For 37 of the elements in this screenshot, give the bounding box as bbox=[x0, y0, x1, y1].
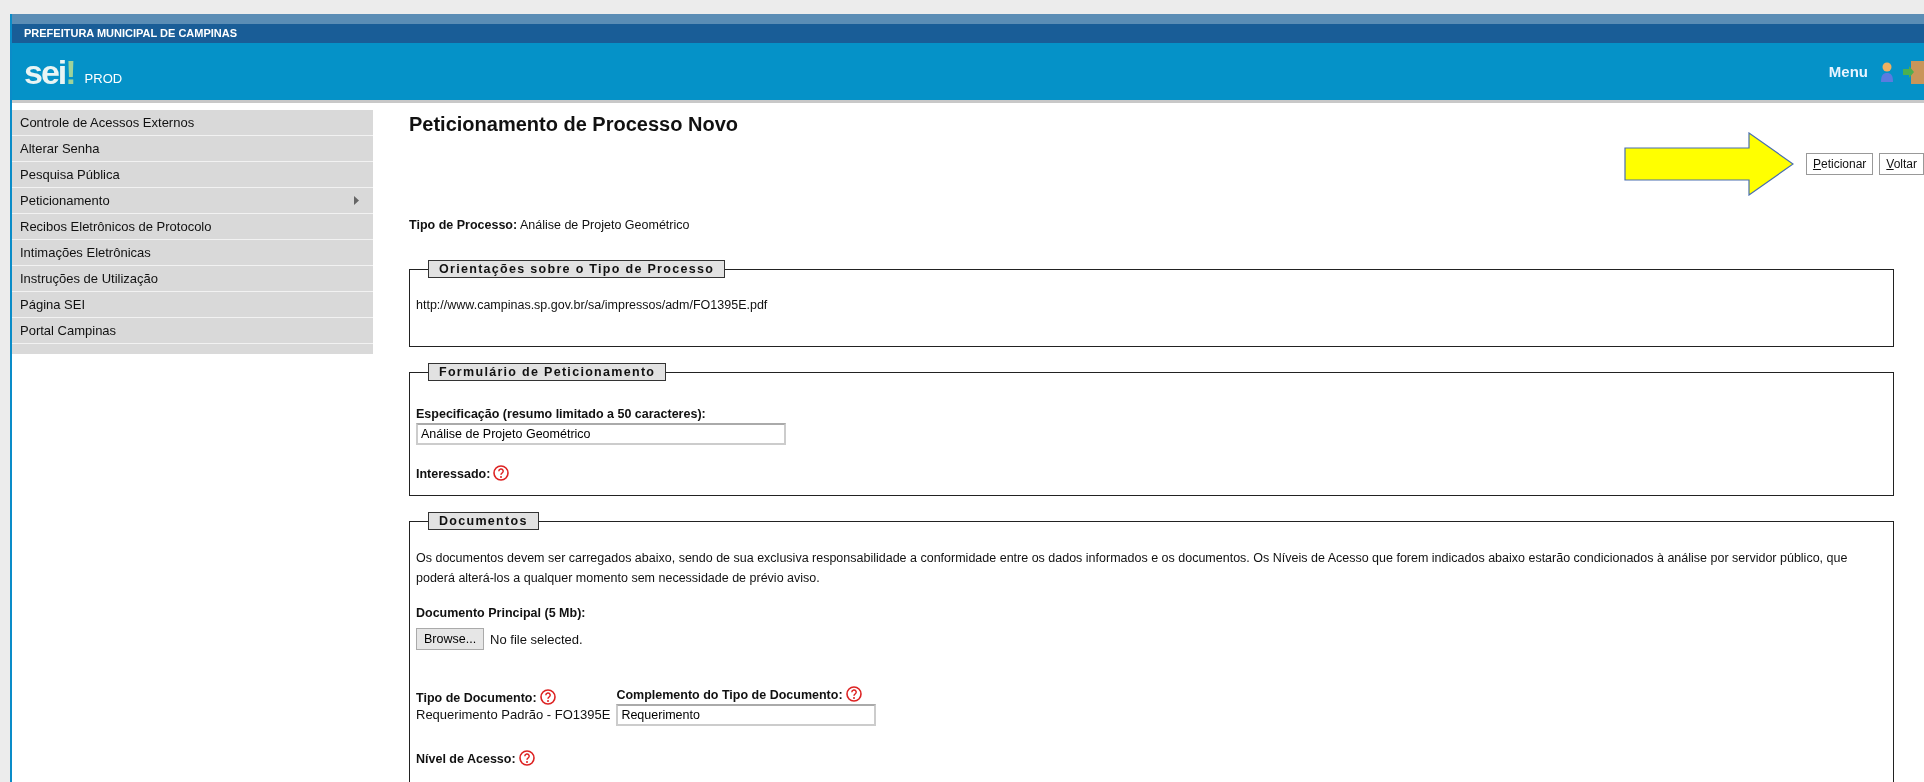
file-status-text: No file selected. bbox=[490, 631, 583, 647]
sidebar-item[interactable]: Portal Campinas bbox=[12, 318, 373, 344]
sidebar-item[interactable]: Recibos Eletrônicos de Protocolo bbox=[12, 214, 373, 240]
environment-label: PROD bbox=[84, 71, 123, 86]
section-legend: Formulário de Peticionamento bbox=[428, 363, 667, 381]
field-label: Documento Principal (5 Mb): bbox=[416, 606, 587, 620]
help-icon[interactable] bbox=[518, 750, 535, 766]
help-icon[interactable] bbox=[845, 686, 862, 702]
specification-field[interactable]: Análise de Projeto Geométrico bbox=[416, 423, 786, 445]
submenu-arrow-icon bbox=[354, 196, 359, 205]
organization-name: PREFEITURA MUNICIPAL DE CAMPINAS bbox=[12, 24, 1924, 43]
field-label: Tipo de Documento: bbox=[416, 691, 537, 705]
section-legend: Documentos bbox=[428, 512, 539, 530]
field-label: Nível de Acesso: bbox=[416, 752, 516, 766]
sidebar-item[interactable]: Intimações Eletrônicas bbox=[12, 240, 373, 266]
browse-button[interactable]: Browse... bbox=[416, 628, 485, 650]
documents-notice: Os documentos devem ser carregados abaixo, sendo de sua exclusiva responsabilidade a conformidade entre os dados informados e os documentos. Os Níveis de Acesso que forem indicados abaixo estarão condicionados à análise por servidor público, que poderá alterá-los a qualquer momento sem necessidade de prévio aviso. bbox=[416, 550, 1849, 587]
document-type-value: Requerimento Padrão - FO1395E bbox=[416, 707, 611, 722]
field-label: Interessado: bbox=[416, 467, 491, 481]
process-type-text: Tipo de Processo: Análise de Projeto Geométrico bbox=[409, 218, 691, 232]
help-icon[interactable] bbox=[539, 689, 556, 705]
sidebar-item[interactable]: Controle de Acessos Externos bbox=[12, 110, 373, 136]
sidebar-item[interactable]: Alterar Senha bbox=[12, 136, 373, 162]
sidebar-item[interactable]: Pesquisa Pública bbox=[12, 162, 373, 188]
toolbar-button[interactable]: Peticionar bbox=[1805, 153, 1874, 175]
help-icon[interactable] bbox=[493, 465, 510, 481]
page-title: Peticionamento de Processo Novo bbox=[409, 113, 739, 136]
toolbar-button[interactable]: Voltar bbox=[1879, 153, 1924, 175]
field-label: Complemento do Tipo de Documento: bbox=[616, 688, 843, 702]
document-complement-field[interactable]: Requerimento bbox=[616, 704, 877, 726]
sidebar-item[interactable]: Página SEI bbox=[12, 292, 373, 318]
section-legend: Orientações sobre o Tipo de Processo bbox=[428, 260, 726, 278]
guidance-link[interactable]: http://www.campinas.sp.gov.br/sa/impressos/adm/FO1395E.pdf bbox=[416, 298, 1887, 312]
sidebar-item[interactable]: Peticionamento bbox=[12, 188, 373, 214]
logo: sei! bbox=[24, 54, 75, 89]
field-label: Especificação (resumo limitado a 50 caracteres): bbox=[416, 407, 707, 421]
sidebar-item[interactable]: Instruções de Utilização bbox=[12, 266, 373, 292]
